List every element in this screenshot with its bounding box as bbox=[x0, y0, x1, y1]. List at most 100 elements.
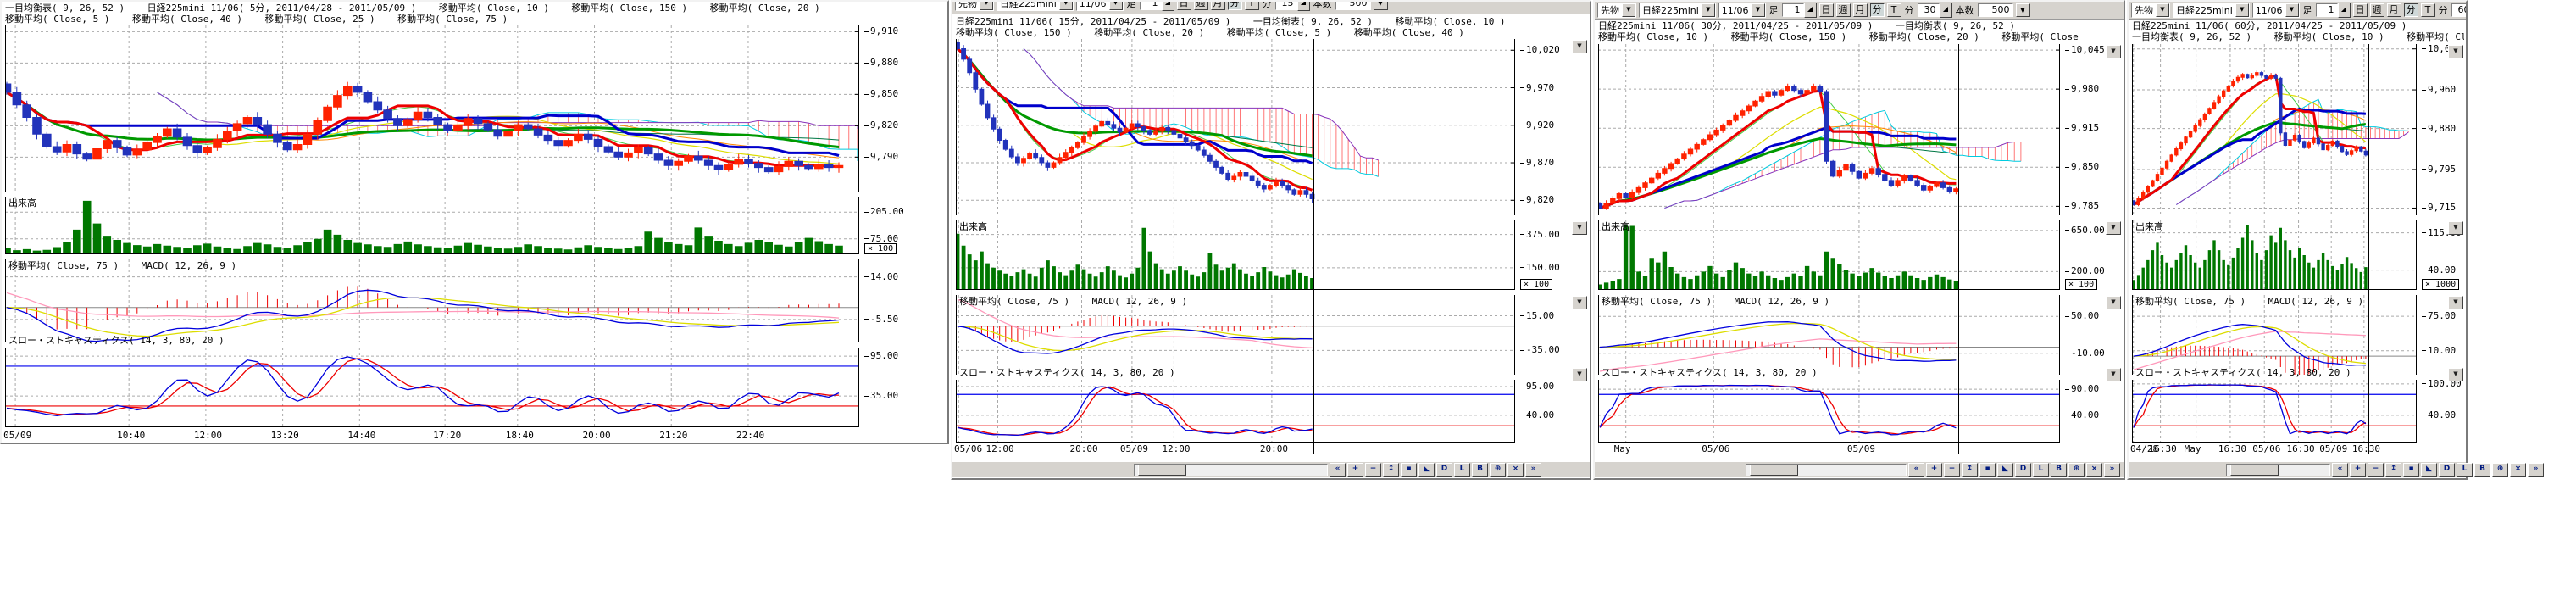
chevron-down-icon[interactable]: ▼ bbox=[1059, 2, 1073, 10]
toolbar-dropdown-button[interactable]: ▼ bbox=[2016, 3, 2030, 17]
bar-count-input[interactable]: 500 bbox=[1335, 2, 1371, 10]
period-月-button[interactable]: 月 bbox=[1853, 3, 1868, 17]
chart-tool-button-6[interactable]: D bbox=[2015, 463, 2031, 477]
period-日-button[interactable]: 日 bbox=[1177, 2, 1191, 10]
spinner-icon[interactable]: ◢ bbox=[2338, 3, 2351, 18]
chart-tool-button-10[interactable]: × bbox=[2086, 463, 2102, 477]
period-分-button[interactable]: 分 bbox=[2404, 3, 2418, 17]
spinner-icon[interactable]: ◢ bbox=[1162, 2, 1174, 11]
chart-tool-button-9[interactable]: ⊕ bbox=[2068, 463, 2085, 477]
bar-interval-value[interactable]: 1 bbox=[1782, 3, 1804, 17]
chart-tool-button-2[interactable]: − bbox=[1365, 463, 1381, 477]
period-T-button[interactable]: T bbox=[1887, 3, 1901, 17]
collapse-stoch-button[interactable]: ▼ bbox=[1572, 368, 1587, 381]
collapse-price-button[interactable]: ▼ bbox=[2448, 45, 2463, 58]
stoch-chart[interactable] bbox=[956, 380, 1515, 442]
period-月-button[interactable]: 月 bbox=[1211, 2, 1225, 10]
chart-tool-button-6[interactable]: D bbox=[1436, 463, 1452, 477]
chart-tool-button-11[interactable]: » bbox=[2104, 463, 2120, 477]
instrument-combobox[interactable]: 先物▼ bbox=[1597, 3, 1636, 18]
volume-chart[interactable] bbox=[1598, 220, 2060, 290]
bar-interval-stepper[interactable]: 1◢ bbox=[1782, 3, 1817, 17]
toolbar-dropdown-button[interactable]: ▼ bbox=[1374, 2, 1388, 10]
period-日-button[interactable]: 日 bbox=[2353, 3, 2368, 17]
volume-chart[interactable] bbox=[956, 220, 1515, 290]
chart-tool-button-10[interactable]: × bbox=[2510, 463, 2526, 477]
spinner-icon[interactable]: ◢ bbox=[1804, 3, 1817, 18]
chevron-down-icon[interactable]: ▼ bbox=[2235, 3, 2249, 17]
period-週-button[interactable]: 週 bbox=[1194, 2, 1208, 10]
macd-chart[interactable] bbox=[1598, 295, 2060, 375]
chart-tool-button-4[interactable]: ▪ bbox=[1979, 463, 1996, 477]
contract-combobox[interactable]: 11/06▼ bbox=[1718, 3, 1766, 18]
collapse-macd-button[interactable]: ▼ bbox=[1572, 296, 1587, 309]
chart-scrollbar[interactable] bbox=[1134, 464, 1328, 476]
stoch-chart[interactable] bbox=[1598, 380, 2060, 442]
chart-scrollbar-thumb[interactable] bbox=[2230, 465, 2279, 476]
period-T-button[interactable]: T bbox=[1245, 2, 1259, 10]
collapse-price-button[interactable]: ▼ bbox=[1572, 40, 1587, 53]
chart-tool-button-0[interactable]: « bbox=[2332, 463, 2348, 477]
chevron-down-icon[interactable]: ▼ bbox=[1622, 3, 1635, 17]
chart-tool-button-3[interactable]: ↕ bbox=[2385, 463, 2401, 477]
spinner-icon[interactable]: ◢ bbox=[1940, 3, 1952, 18]
volume-chart[interactable] bbox=[5, 197, 859, 254]
collapse-price-button[interactable]: ▼ bbox=[2106, 45, 2121, 58]
collapse-volume-button[interactable]: ▼ bbox=[1572, 221, 1587, 235]
chart-scrollbar[interactable] bbox=[1746, 464, 1907, 476]
chart-tool-button-8[interactable]: B bbox=[1472, 463, 1488, 477]
instrument-combobox[interactable]: 先物▼ bbox=[2131, 3, 2170, 18]
period-週-button[interactable]: 週 bbox=[1836, 3, 1851, 17]
bar-interval-value[interactable]: 1 bbox=[1140, 2, 1162, 10]
chart-tool-button-2[interactable]: − bbox=[1944, 463, 1960, 477]
minute-stepper[interactable]: 15◢ bbox=[1275, 2, 1310, 10]
chart-tool-button-8[interactable]: B bbox=[2474, 463, 2490, 477]
volume-chart[interactable] bbox=[2132, 220, 2417, 290]
collapse-stoch-button[interactable]: ▼ bbox=[2448, 368, 2463, 381]
chart-tool-button-6[interactable]: D bbox=[2439, 463, 2455, 477]
collapse-volume-button[interactable]: ▼ bbox=[2448, 221, 2463, 235]
contract-combobox[interactable]: 11/06▼ bbox=[2252, 3, 2300, 18]
macd-chart[interactable] bbox=[956, 295, 1515, 375]
chart-tool-button-5[interactable]: ◣ bbox=[2421, 463, 2437, 477]
minute-stepper[interactable]: 30◢ bbox=[1918, 3, 1952, 17]
minute-value[interactable]: 60 bbox=[2451, 3, 2467, 17]
chart-tool-button-3[interactable]: ↕ bbox=[1962, 463, 1978, 477]
chevron-down-icon[interactable]: ▼ bbox=[1702, 3, 1715, 17]
minute-stepper[interactable]: 60◢ bbox=[2451, 3, 2467, 17]
chart-tool-button-2[interactable]: − bbox=[2368, 463, 2384, 477]
chart-tool-button-4[interactable]: ▪ bbox=[1401, 463, 1417, 477]
chart-tool-button-0[interactable]: « bbox=[1908, 463, 1924, 477]
chart-tool-button-1[interactable]: + bbox=[2350, 463, 2366, 477]
chart-scrollbar[interactable] bbox=[2226, 464, 2330, 476]
spinner-icon[interactable]: ◢ bbox=[1297, 2, 1310, 11]
chart-tool-button-10[interactable]: × bbox=[1507, 463, 1524, 477]
chevron-down-icon[interactable]: ▼ bbox=[2156, 3, 2169, 17]
macd-chart[interactable] bbox=[5, 259, 859, 342]
period-T-button[interactable]: T bbox=[2421, 3, 2435, 17]
chart-tool-button-0[interactable]: « bbox=[1330, 463, 1346, 477]
chart-tool-button-11[interactable]: » bbox=[2528, 463, 2544, 477]
collapse-volume-button[interactable]: ▼ bbox=[2106, 221, 2121, 235]
price-chart[interactable] bbox=[956, 39, 1515, 215]
chevron-down-icon[interactable]: ▼ bbox=[980, 2, 993, 10]
symbol-combobox[interactable]: 日経225mini▼ bbox=[1639, 3, 1716, 18]
chart-tool-button-5[interactable]: ◣ bbox=[1997, 463, 2013, 477]
price-chart[interactable] bbox=[2132, 44, 2417, 215]
chart-tool-button-1[interactable]: + bbox=[1926, 463, 1942, 477]
price-chart[interactable] bbox=[5, 25, 859, 192]
symbol-combobox[interactable]: 日経225mini▼ bbox=[997, 2, 1074, 11]
chart-tool-button-7[interactable]: L bbox=[2457, 463, 2473, 477]
contract-combobox[interactable]: 11/06▼ bbox=[1076, 2, 1124, 11]
price-chart[interactable] bbox=[1598, 44, 2060, 215]
chart-tool-button-5[interactable]: ◣ bbox=[1418, 463, 1435, 477]
macd-chart[interactable] bbox=[2132, 295, 2417, 375]
chart-tool-button-9[interactable]: ⊕ bbox=[1490, 463, 1506, 477]
chart-tool-button-9[interactable]: ⊕ bbox=[2492, 463, 2508, 477]
collapse-macd-button[interactable]: ▼ bbox=[2106, 296, 2121, 309]
symbol-combobox[interactable]: 日経225mini▼ bbox=[2173, 3, 2250, 18]
period-日-button[interactable]: 日 bbox=[1819, 3, 1834, 17]
chevron-down-icon[interactable]: ▼ bbox=[2285, 3, 2299, 17]
chevron-down-icon[interactable]: ▼ bbox=[1752, 3, 1765, 17]
collapse-macd-button[interactable]: ▼ bbox=[2448, 296, 2463, 309]
